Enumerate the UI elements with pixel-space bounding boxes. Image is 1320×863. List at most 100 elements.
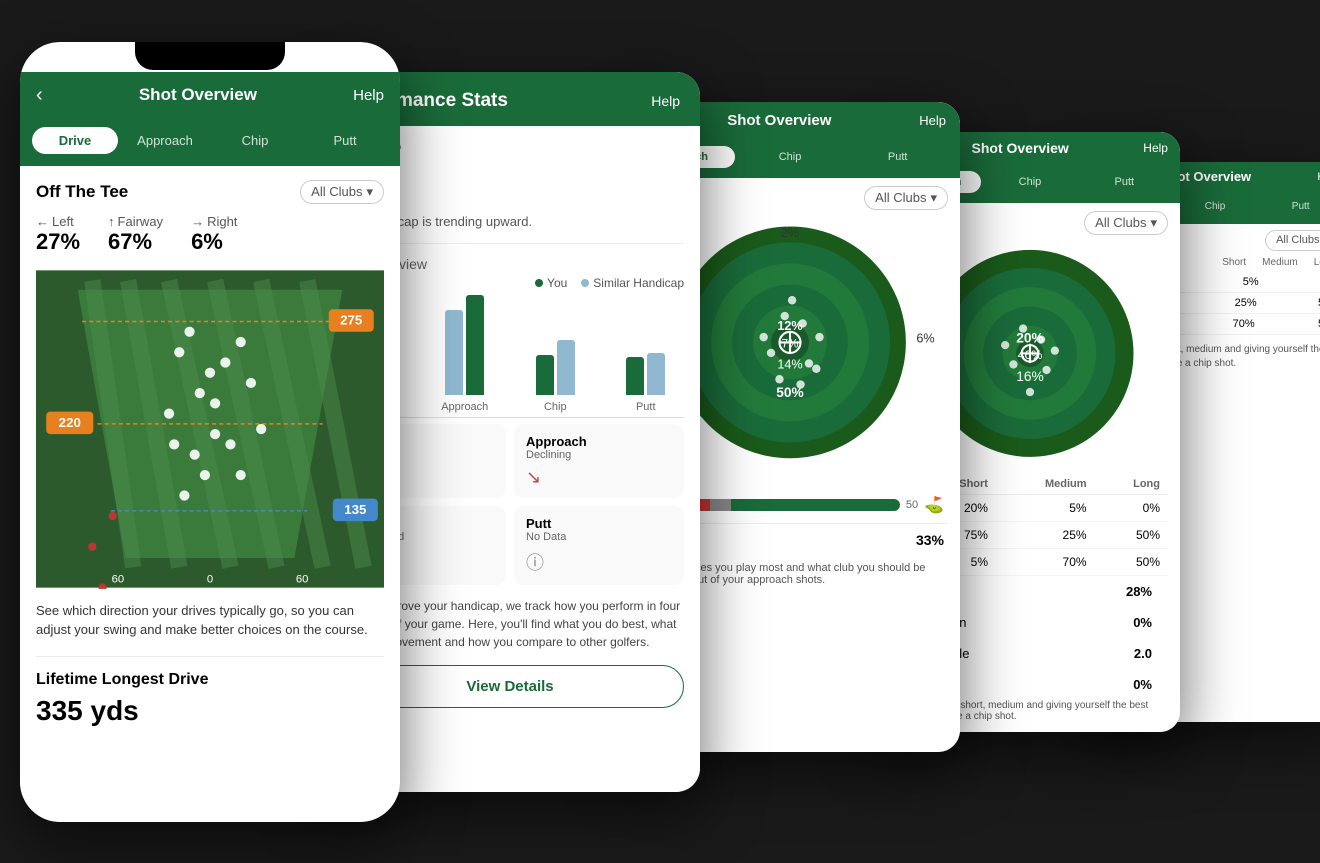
fairway-svg: 275 220 135 — [36, 269, 384, 589]
bar-chip-similar — [557, 340, 575, 395]
left-stat: ← Left 27% — [36, 214, 80, 255]
phone-4-chevron: ▾ — [1150, 215, 1157, 231]
ph5-th-medium: Medium — [1262, 257, 1298, 268]
phone-5-dropdown[interactable]: All Clubs ▾ — [1265, 230, 1320, 251]
direction-stats: ← Left 27% ↑ Fairway 67% → Right 6% — [36, 214, 384, 255]
tab-chip[interactable]: Chip — [212, 127, 298, 154]
row2-medium: 25% — [996, 522, 1095, 549]
section-header: Off The Tee All Clubs ▾ — [36, 180, 384, 204]
fairway-stat: ↑ Fairway 67% — [108, 214, 163, 255]
trend-putt-title: Putt — [526, 516, 672, 531]
bar-label-chip: Chip — [544, 401, 567, 413]
phone-4-help[interactable]: Help — [1143, 141, 1168, 155]
drive-description: See which direction your drives typicall… — [36, 601, 384, 640]
chevron-down-icon: ▾ — [366, 184, 373, 200]
phone-1: ‹ Shot Overview Help Drive Approach Chip… — [20, 42, 400, 822]
phone-3-chevron-icon: ▾ — [930, 190, 937, 206]
bars-chip — [536, 295, 575, 395]
tab-approach[interactable]: Approach — [122, 127, 208, 154]
svg-text:14%: 14% — [777, 357, 802, 371]
back-button[interactable]: ‹ — [36, 84, 43, 107]
phone-1-body: Off The Tee All Clubs ▾ ← Left 27% ↑ Fai… — [20, 166, 400, 796]
phone-4-tab-chip[interactable]: Chip — [984, 171, 1075, 193]
ph5-r3-medium: 70% — [1233, 318, 1255, 330]
bars-putt — [626, 295, 665, 395]
svg-text:135: 135 — [344, 501, 367, 516]
avg-value: 2.0 — [1134, 646, 1152, 661]
gir-value: 33% — [916, 532, 944, 548]
bar-putt-you — [626, 357, 644, 395]
scene: ‹ Shot Overview Help Drive Approach Chip… — [20, 22, 1300, 842]
ph5-th-short: Short — [1222, 257, 1246, 268]
row2-long: 50% — [1095, 522, 1168, 549]
perf-help[interactable]: Help — [651, 93, 680, 109]
missed-value: 28% — [1126, 584, 1152, 599]
bar-approach-you — [466, 295, 484, 395]
phone-4-dropdown[interactable]: All Clubs ▾ — [1084, 211, 1168, 235]
phone-4-dropdown-label: All Clubs — [1095, 215, 1146, 230]
fairway-container: 275 220 135 — [36, 269, 384, 589]
trend-putt-icon: ⓘ — [526, 549, 672, 575]
svg-text:0: 0 — [207, 573, 213, 585]
right-value: 6% — [191, 229, 223, 255]
off-the-tee-title: Off The Tee — [36, 182, 128, 202]
bar-approach-similar — [445, 310, 463, 395]
ph5-r2-medium: 25% — [1235, 297, 1257, 309]
row1-medium: 5% — [996, 495, 1095, 522]
bar-label-approach: Approach — [441, 401, 488, 413]
left-label: ← Left — [36, 214, 74, 229]
similar-dot — [581, 279, 589, 287]
sandies-value: 0% — [1133, 677, 1152, 692]
phone-5-tab-chip[interactable]: Chip — [1174, 197, 1257, 216]
svg-text:60: 60 — [296, 573, 309, 585]
phone-1-screen: ‹ Shot Overview Help Drive Approach Chip… — [20, 42, 400, 822]
trend-putt-sub: No Data — [526, 531, 672, 543]
legend-you: You — [535, 276, 567, 290]
phone-5-dropdown-label: All Clubs — [1276, 234, 1319, 246]
tab-drive[interactable]: Drive — [32, 127, 118, 154]
svg-text:46%: 46% — [1018, 347, 1043, 361]
phone-4-title: Shot Overview — [972, 140, 1069, 156]
phone-3-help[interactable]: Help — [919, 113, 946, 128]
divider — [36, 656, 384, 657]
phone-3-tab-chip[interactable]: Chip — [738, 146, 843, 168]
svg-text:60: 60 — [112, 573, 125, 585]
svg-text:6%: 6% — [916, 331, 934, 345]
phone-3-tab-putt[interactable]: Putt — [845, 146, 950, 168]
ph5-r1-medium: 5% — [1243, 276, 1259, 288]
row3-long: 50% — [1095, 549, 1168, 576]
up-down-value: 0% — [1133, 615, 1152, 630]
phone-1-help[interactable]: Help — [353, 87, 384, 104]
acc-seg-4 — [731, 499, 900, 511]
th-long: Long — [1095, 474, 1168, 495]
th-medium: Medium — [996, 474, 1095, 495]
trend-approach-sub: Declining — [526, 449, 672, 461]
svg-text:2%: 2% — [781, 226, 799, 240]
right-label: → Right — [191, 214, 237, 229]
bar-group-chip: Chip — [517, 295, 594, 413]
phone-1-title: Shot Overview — [139, 85, 257, 105]
trend-approach-title: Approach — [526, 434, 672, 449]
phone-4-tab-putt[interactable]: Putt — [1079, 171, 1170, 193]
tab-putt[interactable]: Putt — [302, 127, 388, 154]
club-dropdown[interactable]: All Clubs ▾ — [300, 180, 384, 204]
svg-text:7%: 7% — [782, 338, 799, 350]
phone-1-header: ‹ Shot Overview Help — [20, 72, 400, 119]
row3-medium: 70% — [996, 549, 1095, 576]
phone-3-title: Shot Overview — [727, 112, 831, 129]
lifetime-label: Lifetime Longest Drive — [36, 671, 384, 689]
row1-long: 0% — [1095, 495, 1168, 522]
phone-5-tab-putt[interactable]: Putt — [1259, 197, 1320, 216]
bar-putt-similar — [647, 353, 665, 395]
left-value: 27% — [36, 229, 80, 255]
svg-text:12%: 12% — [777, 318, 802, 332]
trend-approach: Approach Declining ↘ — [514, 424, 684, 498]
svg-text:275: 275 — [340, 312, 363, 327]
trend-approach-icon: ↘ — [526, 467, 672, 488]
club-dropdown-label: All Clubs — [311, 184, 362, 199]
right-stat: → Right 6% — [191, 214, 237, 255]
phone-3-dropdown[interactable]: All Clubs ▾ — [864, 186, 948, 210]
acc-max: 50 — [906, 499, 918, 511]
ph5-th-long: Long — [1314, 257, 1320, 268]
bar-group-putt: Putt — [608, 295, 685, 413]
